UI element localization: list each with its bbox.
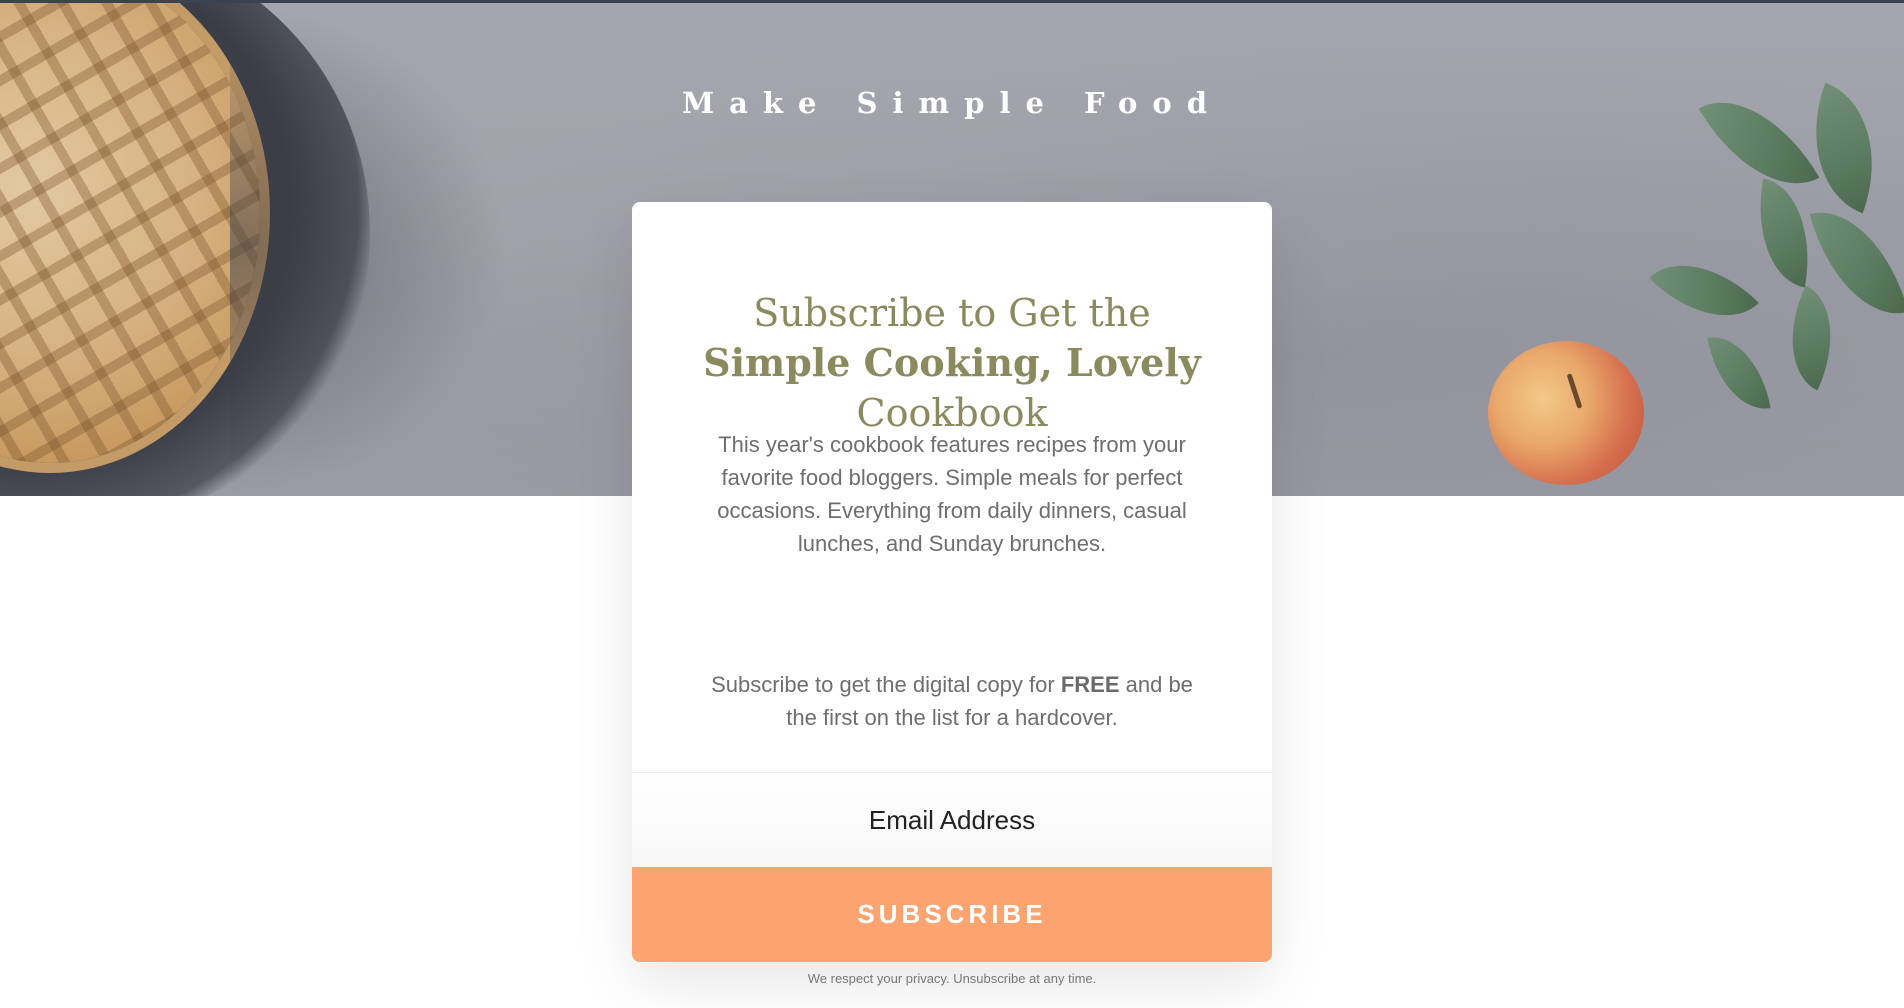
heading-text-bold: Simple Cooking, Lovely bbox=[703, 340, 1201, 385]
card-description: This year's cookbook features recipes fr… bbox=[717, 432, 1187, 556]
heading-text-pre: Subscribe to Get the bbox=[753, 291, 1151, 335]
subscribe-card: Subscribe to Get the Simple Cooking, Lov… bbox=[632, 202, 1272, 962]
email-field[interactable] bbox=[632, 773, 1272, 867]
offer-text-pre: Subscribe to get the digital copy for bbox=[711, 672, 1061, 697]
card-offer-text: Subscribe to get the digital copy for FR… bbox=[702, 668, 1202, 734]
site-title: Make Simple Food bbox=[682, 86, 1222, 120]
cloth-shadow bbox=[230, 3, 510, 496]
privacy-notice: We respect your privacy. Unsubscribe at … bbox=[807, 971, 1097, 986]
offer-text-free: FREE bbox=[1060, 672, 1120, 697]
subscribe-button[interactable]: SUBSCRIBE bbox=[632, 867, 1272, 962]
apple-image bbox=[1488, 341, 1644, 485]
card-heading: Subscribe to Get the Simple Cooking, Lov… bbox=[692, 288, 1212, 438]
